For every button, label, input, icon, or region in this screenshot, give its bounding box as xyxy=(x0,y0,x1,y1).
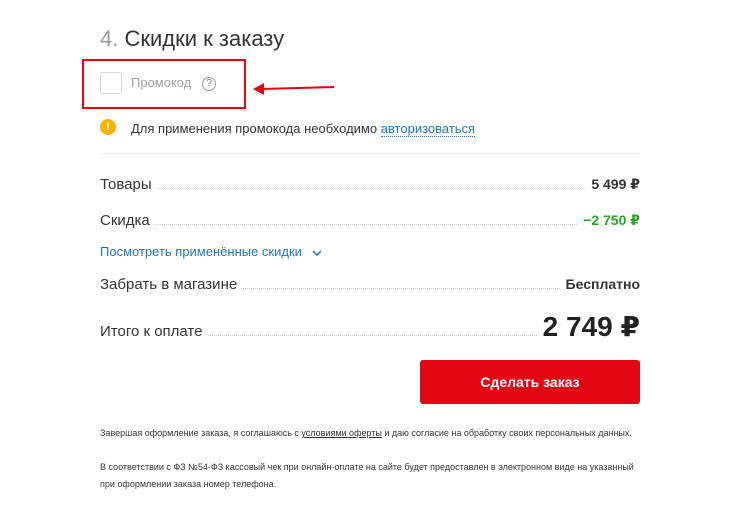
discount-label: Скидка xyxy=(100,212,150,229)
info-icon: ! xyxy=(100,119,116,135)
auth-notice: Для применения промокода необходимо авто… xyxy=(131,121,476,137)
view-discounts-link[interactable]: Посмотреть применённые скидки xyxy=(100,244,322,259)
summary-row-total: Итого к оплате 2 749 ₽ xyxy=(100,310,640,343)
pickup-value: Бесплатно xyxy=(565,276,640,292)
dotted-leader xyxy=(208,335,537,336)
place-order-button[interactable]: Сделать заказ xyxy=(420,360,640,404)
dotted-leader xyxy=(243,288,560,289)
question-circle-icon[interactable]: ? xyxy=(202,77,216,91)
view-discounts-label[interactable]: Посмотреть применённые скидки xyxy=(100,244,302,259)
section-number: 4. xyxy=(100,26,119,51)
promo-label[interactable]: Промокод xyxy=(131,75,191,90)
total-label: Итого к оплате xyxy=(100,323,203,340)
auth-notice-text: Для применения промокода необходимо xyxy=(131,121,381,136)
summary-row-discount: Скидка −2 750 ₽ xyxy=(100,212,640,229)
legal-line1-suffix: и даю согласие на обработку своих персон… xyxy=(381,428,632,438)
goods-value: 5 499 ₽ xyxy=(591,176,640,192)
dotted-leader xyxy=(157,188,586,189)
total-value: 2 749 ₽ xyxy=(542,311,640,342)
pickup-label: Забрать в магазине xyxy=(100,276,238,293)
offer-terms-link[interactable]: условиями оферты xyxy=(301,428,381,438)
chevron-down-icon[interactable] xyxy=(312,250,322,256)
divider xyxy=(100,153,640,154)
section-title-text: Скидки к заказу xyxy=(124,26,285,51)
auth-link[interactable]: авторизоваться xyxy=(380,121,476,137)
promo-checkbox[interactable] xyxy=(100,72,122,94)
discount-value: −2 750 ₽ xyxy=(583,212,640,228)
summary-row-pickup: Забрать в магазине Бесплатно xyxy=(100,276,640,293)
summary-row-goods: Товары 5 499 ₽ xyxy=(100,176,640,193)
annotation-arrow-icon xyxy=(253,83,335,95)
legal-consent-text: Завершая оформление заказа, я соглашаюсь… xyxy=(100,425,640,442)
legal-line1-prefix: Завершая оформление заказа, я соглашаюсь… xyxy=(100,428,302,438)
legal-receipt-text: В соответствии с ФЗ №54-ФЗ кассовый чек … xyxy=(100,462,634,489)
goods-label: Товары xyxy=(100,176,152,193)
section-title: 4. Скидки к заказу xyxy=(100,26,284,52)
dotted-leader xyxy=(155,224,578,225)
